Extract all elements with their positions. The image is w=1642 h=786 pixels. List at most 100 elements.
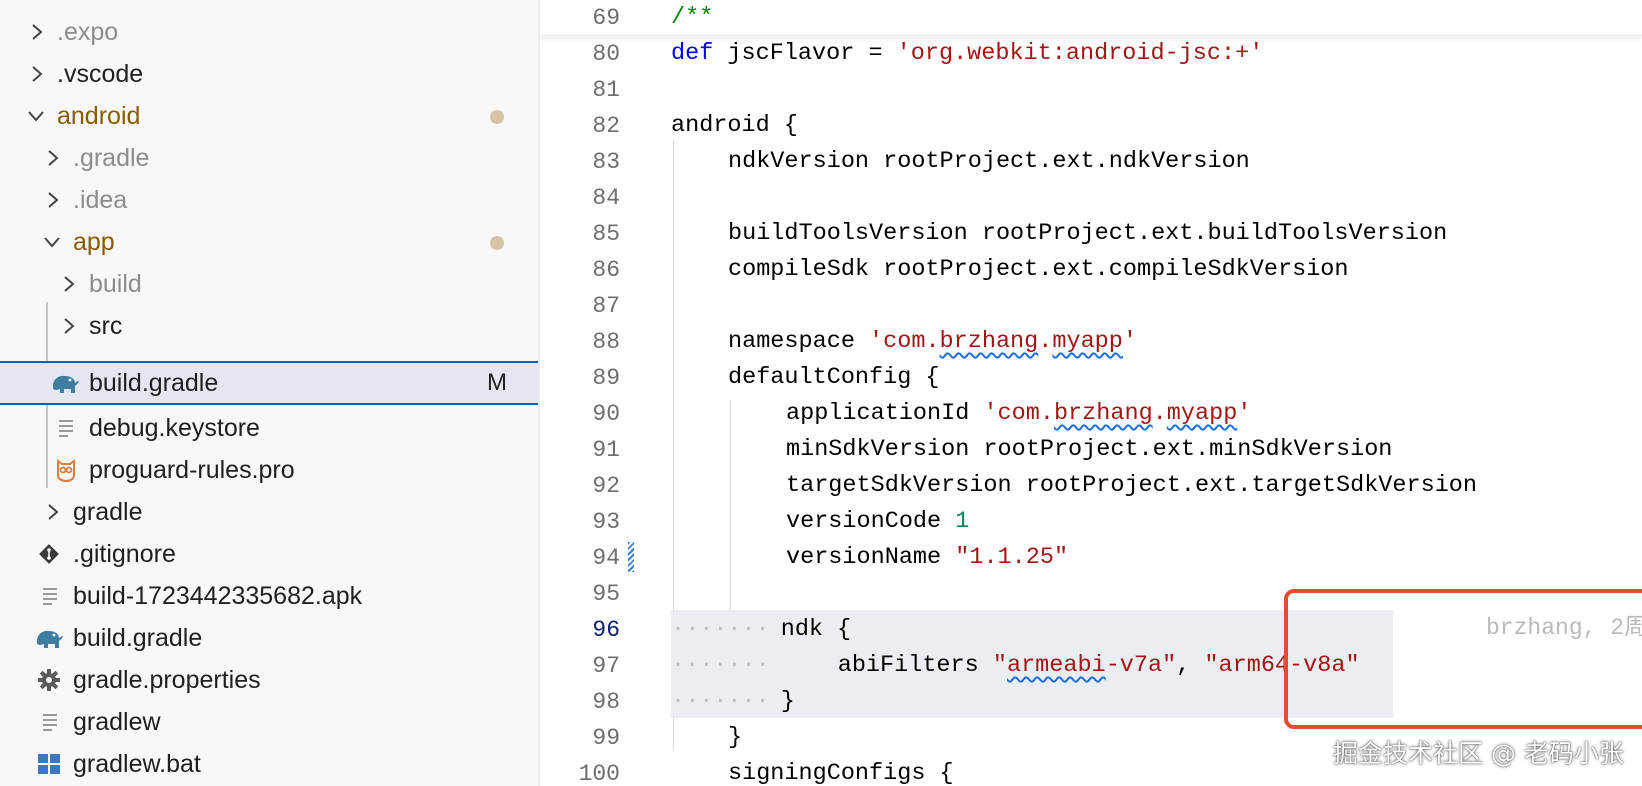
code-line[interactable]: 80 def jscFlavor = 'org.webkit:android-j… [540, 36, 1642, 72]
tree-item-apk[interactable]: build-1723442335682.apk [0, 574, 538, 618]
chevron-right-icon [28, 64, 46, 84]
tree-item-src[interactable]: src [0, 304, 538, 348]
gradle-elephant-icon [34, 625, 63, 651]
code-text: ndkVersion rootProject.ext.ndkVersion [728, 148, 1250, 175]
plain-token: } [780, 688, 795, 715]
tree-item-debug-keystore[interactable]: debug.keystore [0, 406, 538, 450]
tree-item-vscode[interactable]: .vscode [0, 52, 538, 96]
string-token: ' [1122, 328, 1137, 355]
modified-dot [490, 236, 504, 250]
modified-badge: M [487, 369, 507, 396]
code-line[interactable]: 90 applicationId 'com.brzhang.myapp' [540, 396, 1642, 432]
code-line[interactable]: 84 [540, 180, 1642, 216]
line-number: 89 [592, 365, 620, 391]
tree-item-gradle[interactable]: gradle [0, 490, 538, 534]
chevron-right-icon [60, 274, 78, 294]
plain-token: versionCode [786, 508, 956, 535]
tree-item-gitignore[interactable]: .gitignore [0, 532, 538, 576]
code-line[interactable]: 81 [540, 72, 1642, 108]
code-line[interactable]: 91 minSdkVersion rootProject.ext.minSdkV… [540, 432, 1642, 468]
tree-item-idea[interactable]: .idea [0, 178, 538, 222]
tree-item-root-build-gradle[interactable]: build.gradle [0, 616, 538, 660]
code-editor[interactable]: 69 /** 80 def jscFlavor = 'org.webkit:an… [540, 0, 1642, 786]
string-token: 'com. [983, 400, 1054, 427]
chevron-right-icon [28, 22, 46, 42]
spellcheck-token: myapp [1052, 328, 1123, 355]
tree-item-label: proguard-rules.pro [89, 456, 295, 484]
tree-item-label: src [89, 312, 123, 340]
annotation-highlight-box [1284, 589, 1642, 729]
chevron-right-icon [44, 502, 62, 522]
code-text: /** [671, 4, 714, 31]
tree-item-app-build-gradle[interactable]: build.gradle M [0, 361, 538, 405]
tree-item-label: .idea [73, 186, 128, 214]
tree-item-label: build-1723442335682.apk [73, 582, 363, 610]
code-line[interactable]: 87 [540, 288, 1642, 324]
tree-item-label: build.gradle [73, 624, 203, 652]
tree-item-gradle-properties[interactable]: gradle.properties [0, 658, 538, 702]
code-line[interactable]: 92 targetSdkVersion rootProject.ext.targ… [540, 468, 1642, 504]
tree-item-label: build [89, 270, 142, 298]
code-text: versionCode 1 [786, 507, 969, 537]
tree-item-label: app [73, 228, 115, 256]
sticky-scroll-line[interactable]: 69 /** [540, 0, 1642, 36]
code-text: defaultConfig { [728, 364, 940, 391]
tree-item-gradlew[interactable]: gradlew [0, 700, 538, 744]
watermark: 掘金技术社区 @ 老码小张 [1333, 739, 1624, 768]
line-number: 96 [592, 617, 620, 643]
line-number: 100 [578, 761, 620, 786]
plain-token: jscFlavor = [713, 40, 897, 67]
modified-dot [490, 110, 504, 124]
line-number: 98 [592, 689, 620, 715]
tree-item-android[interactable]: android [0, 94, 538, 138]
tree-item-label: gradle.properties [73, 666, 261, 694]
tree-item-proguard-rules[interactable]: proguard-rules.pro [0, 448, 538, 492]
tree-item-expo[interactable]: .expo [0, 10, 538, 54]
whitespace-dots: ······· [671, 652, 770, 679]
tree-item-label: android [57, 102, 141, 130]
code-text: ······· abiFilters "armeabi-v7a", "arm64-… [671, 651, 1360, 681]
line-number: 84 [592, 185, 620, 211]
code-text: ·······} [671, 687, 795, 717]
code-line[interactable]: 82 android { [540, 108, 1642, 144]
string-token: -v7a" [1105, 652, 1177, 679]
tree-item-gradle-hidden[interactable]: .gradle [0, 136, 538, 180]
keyword-token: def [671, 40, 714, 67]
chevron-down-icon [42, 232, 60, 252]
tree-item-gradlew-bat[interactable]: gradlew.bat [0, 742, 538, 786]
code-text: compileSdk rootProject.ext.compileSdkVer… [728, 256, 1349, 283]
plain-token: namespace [728, 328, 870, 355]
gutter-change-marker[interactable] [628, 542, 634, 572]
git-diamond-icon [36, 541, 64, 567]
line-number: 69 [592, 5, 620, 31]
code-line[interactable]: 83 ndkVersion rootProject.ext.ndkVersion [540, 144, 1642, 180]
line-number: 88 [592, 329, 620, 355]
chevron-right-icon [44, 190, 62, 210]
tree-item-build[interactable]: build [0, 262, 538, 306]
code-line[interactable]: 93 versionCode 1 [540, 504, 1642, 540]
spellcheck-token: armeabi [1006, 652, 1106, 679]
line-number: 82 [592, 113, 620, 139]
line-number: 91 [592, 437, 620, 463]
plain-token: ndk { [780, 616, 852, 643]
owl-icon [54, 457, 82, 483]
line-number: 99 [592, 725, 620, 751]
line-number: 87 [592, 293, 620, 319]
plain-token: applicationId [786, 400, 984, 427]
code-line[interactable]: 86 compileSdk rootProject.ext.compileSdk… [540, 252, 1642, 288]
code-line[interactable]: 88 namespace 'com.brzhang.myapp' [540, 324, 1642, 360]
gradle-elephant-icon [50, 370, 79, 396]
code-text: applicationId 'com.brzhang.myapp' [786, 399, 1251, 429]
code-text: targetSdkVersion rootProject.ext.targetS… [786, 472, 1478, 499]
text-file-icon [40, 583, 68, 609]
tree-item-app[interactable]: app [0, 220, 538, 264]
spellcheck-token: myapp [1166, 400, 1238, 427]
line-number: 81 [592, 77, 620, 103]
code-text: signingConfigs { [728, 760, 954, 786]
code-text: android { [671, 112, 798, 139]
code-line[interactable]: 85 buildToolsVersion rootProject.ext.bui… [540, 216, 1642, 252]
code-line[interactable]: 94 versionName "1.1.25" [540, 540, 1642, 576]
line-number: 92 [592, 473, 620, 499]
windows-icon [36, 751, 64, 777]
code-line[interactable]: 89 defaultConfig { [540, 360, 1642, 396]
